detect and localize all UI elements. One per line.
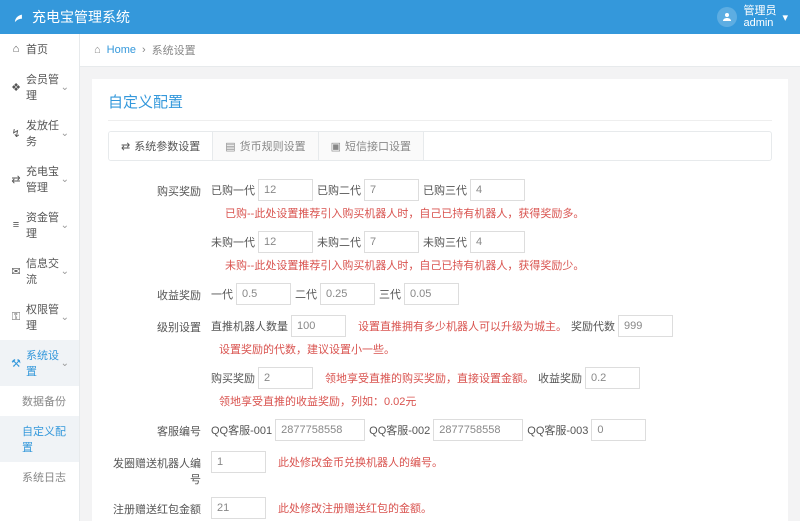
breadcrumb-current: 系统设置 — [152, 42, 196, 58]
home-icon: ⌂ — [94, 44, 101, 56]
page-title: 自定义配置 — [108, 91, 772, 121]
brand-text: 充电宝管理系统 — [32, 7, 130, 27]
sidebar: ⌂首页❖会员管理⌄↯发放任务⌄⇄充电宝管理⌄≡资金管理⌄✉信息交流⌄⚿权限管理⌄… — [0, 34, 80, 521]
tab[interactable]: ⇄ 系统参数设置 — [109, 132, 213, 160]
brand: 充电宝管理系统 — [12, 7, 130, 27]
sidebar-item[interactable]: 系统日志 — [0, 462, 79, 492]
leaf-icon — [12, 10, 26, 24]
menu-label: 充电宝管理 — [26, 163, 61, 195]
input-income-1[interactable] — [236, 283, 291, 305]
tab-icon: ⇄ — [121, 140, 130, 153]
sidebar-item[interactable]: ⚒ 系统设置⌄ — [0, 340, 79, 386]
sidebar-item[interactable]: ⚿ 权限管理⌄ — [0, 294, 79, 340]
user-name: admin — [743, 17, 776, 29]
label-income: 收益奖励 — [108, 283, 211, 303]
sidebar-item[interactable]: ⌂ 首页 — [0, 34, 79, 64]
input-unbought-2[interactable] — [364, 231, 419, 253]
tabs: ⇄ 系统参数设置 ▤ 货币规则设置 ▣ 短信接口设置 — [108, 131, 772, 161]
chevron-down-icon: ▾ — [782, 11, 788, 24]
hint-buy-bonus: 已购--此处设置推荐引入购买机器人时，自己已持有机器人，获得奖励多。 — [225, 205, 584, 221]
sidebar-item[interactable]: ❖ 会员管理⌄ — [0, 64, 79, 110]
menu-icon: ↯ — [10, 127, 22, 140]
input-qq-3[interactable] — [591, 419, 646, 441]
input-qq-1[interactable] — [275, 419, 365, 441]
label-buy-bonus: 购买奖励 — [108, 179, 211, 199]
input-bought-3[interactable] — [470, 179, 525, 201]
menu-label: 发放任务 — [26, 117, 61, 149]
chevron-down-icon: ⌄ — [61, 82, 69, 93]
user-menu[interactable]: 管理员 admin ▾ — [717, 5, 788, 29]
label-qq: 客服编号 — [108, 419, 211, 439]
tab[interactable]: ▤ 货币规则设置 — [213, 132, 318, 160]
input-rank-income[interactable] — [585, 367, 640, 389]
sidebar-item[interactable]: 数据备份 — [0, 386, 79, 416]
label-robot-gift: 发圈赠送机器人编号 — [108, 451, 211, 487]
input-income-3[interactable] — [404, 283, 459, 305]
label-rank: 级别设置 — [108, 315, 211, 335]
input-unbought-3[interactable] — [470, 231, 525, 253]
chevron-down-icon: ⌄ — [61, 312, 69, 323]
input-bought-2[interactable] — [364, 179, 419, 201]
tab-label: 系统参数设置 — [134, 138, 200, 154]
tab-label: 短信接口设置 — [345, 138, 411, 154]
menu-icon: ⚒ — [10, 357, 22, 370]
sidebar-item[interactable]: ✉ 信息交流⌄ — [0, 248, 79, 294]
menu-icon: ⇄ — [10, 173, 22, 186]
tab-icon: ▣ — [331, 140, 341, 153]
input-rank-gen[interactable] — [618, 315, 673, 337]
user-role: 管理员 — [743, 5, 776, 17]
input-bought-1[interactable] — [258, 179, 313, 201]
input-unbought-1[interactable] — [258, 231, 313, 253]
chevron-down-icon: ⌄ — [61, 220, 69, 231]
menu-label: 信息交流 — [26, 255, 61, 287]
menu-label: 数据备份 — [22, 393, 69, 409]
menu-label: 系统日志 — [22, 469, 69, 485]
sidebar-item[interactable]: 自定义配置 — [0, 416, 79, 462]
menu-icon: ≡ — [10, 219, 22, 231]
breadcrumb-home[interactable]: Home — [107, 44, 136, 56]
input-income-2[interactable] — [320, 283, 375, 305]
menu-icon: ⌂ — [10, 43, 22, 55]
tab-icon: ▤ — [225, 140, 235, 153]
sidebar-item[interactable]: ↯ 发放任务⌄ — [0, 110, 79, 156]
breadcrumb: ⌂ Home › 系统设置 — [80, 34, 800, 67]
chevron-down-icon: ⌄ — [61, 174, 69, 185]
menu-label: 首页 — [26, 41, 69, 57]
menu-label: 会员管理 — [26, 71, 61, 103]
hint-buy-bonus2: 未购--此处设置推荐引入购买机器人时，自己已持有机器人，获得奖励少。 — [225, 257, 584, 273]
input-robot-gift[interactable] — [211, 451, 266, 473]
chevron-down-icon: ⌄ — [61, 266, 69, 277]
tab[interactable]: ▣ 短信接口设置 — [319, 132, 424, 160]
avatar-icon — [717, 7, 737, 27]
menu-label: 权限管理 — [26, 301, 61, 333]
chevron-down-icon: ⌄ — [61, 358, 69, 369]
sidebar-item[interactable]: ≡ 资金管理⌄ — [0, 202, 79, 248]
menu-icon: ✉ — [10, 265, 22, 278]
menu-icon: ❖ — [10, 81, 22, 94]
chevron-down-icon: ⌄ — [61, 128, 69, 139]
label-reg-gift: 注册赠送红包金额 — [108, 497, 211, 517]
input-rank-buy[interactable] — [258, 367, 313, 389]
menu-label: 系统设置 — [26, 347, 61, 379]
tab-label: 货币规则设置 — [240, 138, 306, 154]
menu-label: 自定义配置 — [22, 423, 69, 455]
menu-icon: ⚿ — [10, 311, 22, 324]
sidebar-item[interactable]: ⇄ 充电宝管理⌄ — [0, 156, 79, 202]
input-reg-gift[interactable] — [211, 497, 266, 519]
menu-label: 资金管理 — [26, 209, 61, 241]
input-qq-2[interactable] — [433, 419, 523, 441]
input-rank-count[interactable] — [291, 315, 346, 337]
